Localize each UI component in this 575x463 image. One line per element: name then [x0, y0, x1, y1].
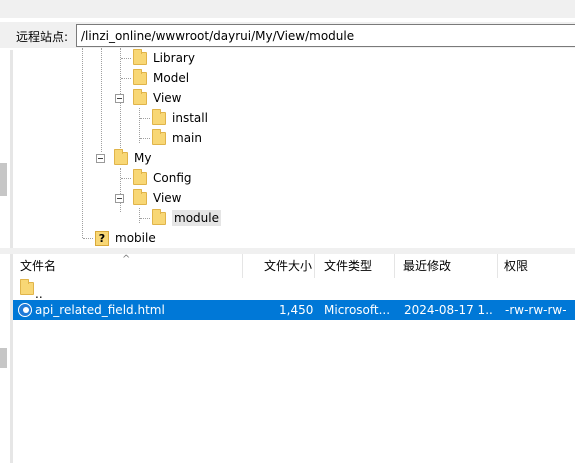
- column-divider[interactable]: [314, 254, 315, 278]
- tree-item-label: My: [134, 151, 152, 165]
- tree-item-label: Library: [153, 51, 195, 65]
- tree-guide-line: [120, 168, 121, 212]
- tree-item-label: module: [172, 210, 221, 226]
- tree-guide-line: [83, 238, 93, 239]
- tree-item-label: Model: [153, 71, 190, 85]
- collapse-toggle-my[interactable]: [96, 154, 105, 163]
- tree-item-module[interactable]: module: [152, 208, 221, 228]
- top-toolbar-strip: [0, 0, 575, 18]
- tree-item-my-view[interactable]: View: [133, 188, 181, 208]
- tree-item-install[interactable]: install: [152, 108, 208, 128]
- remote-site-label: 远程站点:: [16, 30, 69, 44]
- tree-item-config[interactable]: Config: [133, 168, 192, 188]
- tree-item-label: mobile: [115, 231, 156, 245]
- folder-icon: [20, 279, 34, 295]
- file-row[interactable]: api_related_field.html 1,450 Microsoft..…: [13, 300, 575, 320]
- folder-icon: [133, 88, 147, 105]
- file-size: 1,450: [279, 303, 313, 317]
- file-modified: 2024-08-17 1...: [404, 303, 494, 317]
- tree-guide-line: [121, 178, 131, 179]
- folder-icon: [152, 108, 166, 125]
- column-header-name[interactable]: 文件名: [20, 254, 56, 278]
- tree-guide-line: [121, 58, 131, 59]
- tree-guide-line: [140, 218, 150, 219]
- folder-icon: [114, 148, 128, 165]
- tree-guide-line: [101, 48, 102, 152]
- remote-path-input[interactable]: /linzi_online/wwwroot/dayrui/My/View/mod…: [76, 24, 575, 47]
- tree-item-label: install: [172, 111, 208, 125]
- column-divider[interactable]: [497, 254, 498, 278]
- parent-directory-row[interactable]: ..: [13, 278, 575, 301]
- column-divider[interactable]: [394, 254, 395, 278]
- remote-directory-tree: Library Model View install main My Confi…: [13, 48, 575, 248]
- folder-icon: [133, 48, 147, 65]
- tree-item-main[interactable]: main: [152, 128, 202, 148]
- collapse-toggle-my-view[interactable]: [115, 194, 124, 203]
- folder-icon: [133, 168, 147, 185]
- left-scroll-thumb-lower[interactable]: [0, 348, 7, 368]
- column-header-size[interactable]: 文件大小: [264, 254, 312, 278]
- edge-html-file-icon: [18, 303, 32, 317]
- tree-item-label: Config: [153, 171, 192, 185]
- file-name: api_related_field.html: [35, 303, 165, 317]
- file-list-header: 文件名 ^ 文件大小 文件类型 最近修改 权限: [13, 254, 575, 278]
- folder-icon: [152, 128, 166, 145]
- tree-item-label: View: [153, 191, 182, 205]
- tree-item-model[interactable]: Model: [133, 68, 189, 88]
- unknown-folder-icon: ?: [95, 230, 109, 246]
- tree-guide-line: [140, 138, 150, 139]
- folder-icon: [152, 208, 166, 225]
- tree-guide-line: [82, 48, 83, 238]
- column-divider[interactable]: [242, 254, 243, 278]
- folder-icon: [133, 188, 147, 205]
- sort-ascending-icon: ^: [122, 254, 131, 265]
- tree-item-label: main: [172, 131, 202, 145]
- left-scroll-thumb[interactable]: [0, 163, 7, 196]
- tree-guide-line: [140, 118, 150, 119]
- column-header-modified[interactable]: 最近修改: [403, 254, 451, 278]
- tree-item-library[interactable]: Library: [133, 48, 195, 68]
- folder-icon: [133, 68, 147, 85]
- tree-guide-line: [139, 208, 140, 223]
- tree-item-view[interactable]: View: [133, 88, 181, 108]
- file-type: Microsoft...: [324, 303, 391, 317]
- file-permissions: -rw-rw-rw-: [505, 303, 567, 317]
- collapse-toggle-view[interactable]: [115, 94, 124, 103]
- remote-path-value: /linzi_online/wwwroot/dayrui/My/View/mod…: [81, 29, 355, 43]
- remote-file-list: 文件名 ^ 文件大小 文件类型 最近修改 权限 .. api_related_f…: [13, 254, 575, 463]
- tree-item-my[interactable]: My: [114, 148, 151, 168]
- column-header-type[interactable]: 文件类型: [324, 254, 372, 278]
- tree-guide-line: [121, 78, 131, 79]
- column-header-permissions[interactable]: 权限: [504, 254, 528, 278]
- tree-item-label: View: [153, 91, 182, 105]
- tree-item-mobile[interactable]: ? mobile: [95, 228, 156, 248]
